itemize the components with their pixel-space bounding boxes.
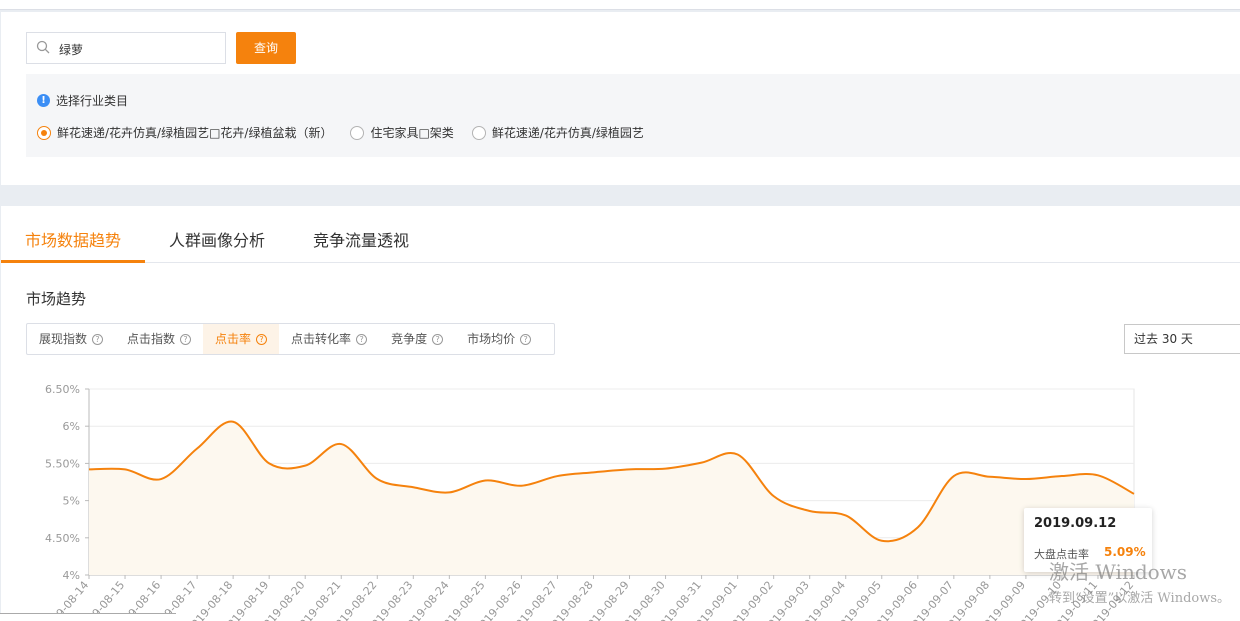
help-icon[interactable]: ? [520, 333, 532, 345]
category-radio-3[interactable]: 鲜花速递/花卉仿真/绿植园艺 [471, 124, 644, 141]
metric-competition[interactable]: 竞争度? [379, 324, 455, 354]
category-radio-label: 住宅家具□架类 [370, 126, 454, 140]
metric-clicks[interactable]: 点击指数? [115, 324, 203, 354]
info-icon: ! [37, 94, 50, 107]
metric-label: 竞争度 [391, 332, 428, 346]
metric-impressions[interactable]: 展现指数? [27, 324, 115, 354]
category-panel: ! 选择行业类目 鲜花速递/花卉仿真/绿植园艺□花卉/绿植盆栽（新） 住宅家具□… [26, 74, 1240, 157]
metric-selector: 展现指数? 点击指数? 点击率? 点击转化率? 竞争度? 市场均价? [26, 323, 555, 355]
category-radio-1[interactable]: 鲜花速递/花卉仿真/绿植园艺□花卉/绿植盆栽（新） [37, 124, 332, 141]
search-card: 查询 ! 选择行业类目 鲜花速递/花卉仿真/绿植园艺□花卉/绿植盆栽（新） 住宅… [1, 12, 1240, 185]
metric-label: 展现指数 [39, 332, 88, 346]
section-title: 市场趋势 [26, 290, 87, 308]
metric-label: 市场均价 [467, 332, 516, 346]
search-input[interactable] [59, 38, 219, 60]
radio-icon[interactable] [471, 125, 486, 140]
category-radio-label: 鲜花速递/花卉仿真/绿植园艺□花卉/绿植盆栽（新） [57, 126, 333, 140]
help-icon[interactable]: ? [256, 333, 268, 345]
tooltip-date: 2019.09.12 [1034, 516, 1117, 531]
metric-avg-price[interactable]: 市场均价? [455, 324, 543, 354]
query-button[interactable]: 查询 [236, 32, 296, 64]
tab-market-trend[interactable]: 市场数据趋势 [25, 227, 121, 251]
help-icon[interactable]: ? [432, 333, 444, 345]
active-tab-indicator [1, 260, 145, 263]
help-icon[interactable]: ? [356, 333, 368, 345]
category-radio-2[interactable]: 住宅家具□架类 [350, 124, 454, 141]
metric-ctr[interactable]: 点击率? [203, 324, 280, 354]
watermark-line2: 转到“设置”以激活 Windows。 [1049, 591, 1231, 606]
category-radio-label: 鲜花速递/花卉仿真/绿植园艺 [491, 126, 644, 140]
category-title: ! 选择行业类目 [37, 92, 128, 109]
top-strip [0, 0, 1240, 10]
help-icon[interactable]: ? [92, 333, 104, 345]
search-icon [36, 40, 50, 54]
radio-selected-icon[interactable] [37, 125, 51, 140]
search-box[interactable] [26, 32, 226, 64]
taskbar-fragment [0, 613, 176, 621]
category-radio-group: 鲜花速递/花卉仿真/绿植园艺□花卉/绿植盆栽（新） 住宅家具□架类 鲜花速递/花… [37, 124, 662, 141]
metric-label: 点击转化率 [291, 332, 352, 346]
tab-audience[interactable]: 人群画像分析 [169, 227, 265, 251]
watermark-line1: 激活 Windows [1049, 560, 1188, 584]
category-title-text: 选择行业类目 [56, 94, 129, 108]
tab-bar: 市场数据趋势 人群画像分析 竞争流量透视 [1, 206, 1240, 263]
tab-competition[interactable]: 竞争流量透视 [313, 227, 409, 251]
metric-conversion[interactable]: 点击转化率? [279, 324, 379, 354]
radio-icon[interactable] [350, 125, 365, 140]
help-icon[interactable]: ? [180, 333, 192, 345]
time-range-select[interactable]: 过去 30 天 [1124, 324, 1240, 354]
metric-label: 点击率 [215, 332, 252, 346]
windows-activation-watermark: 激活 Windows 转到“设置”以激活 Windows。 [1049, 556, 1230, 606]
metric-label: 点击指数 [127, 332, 176, 346]
